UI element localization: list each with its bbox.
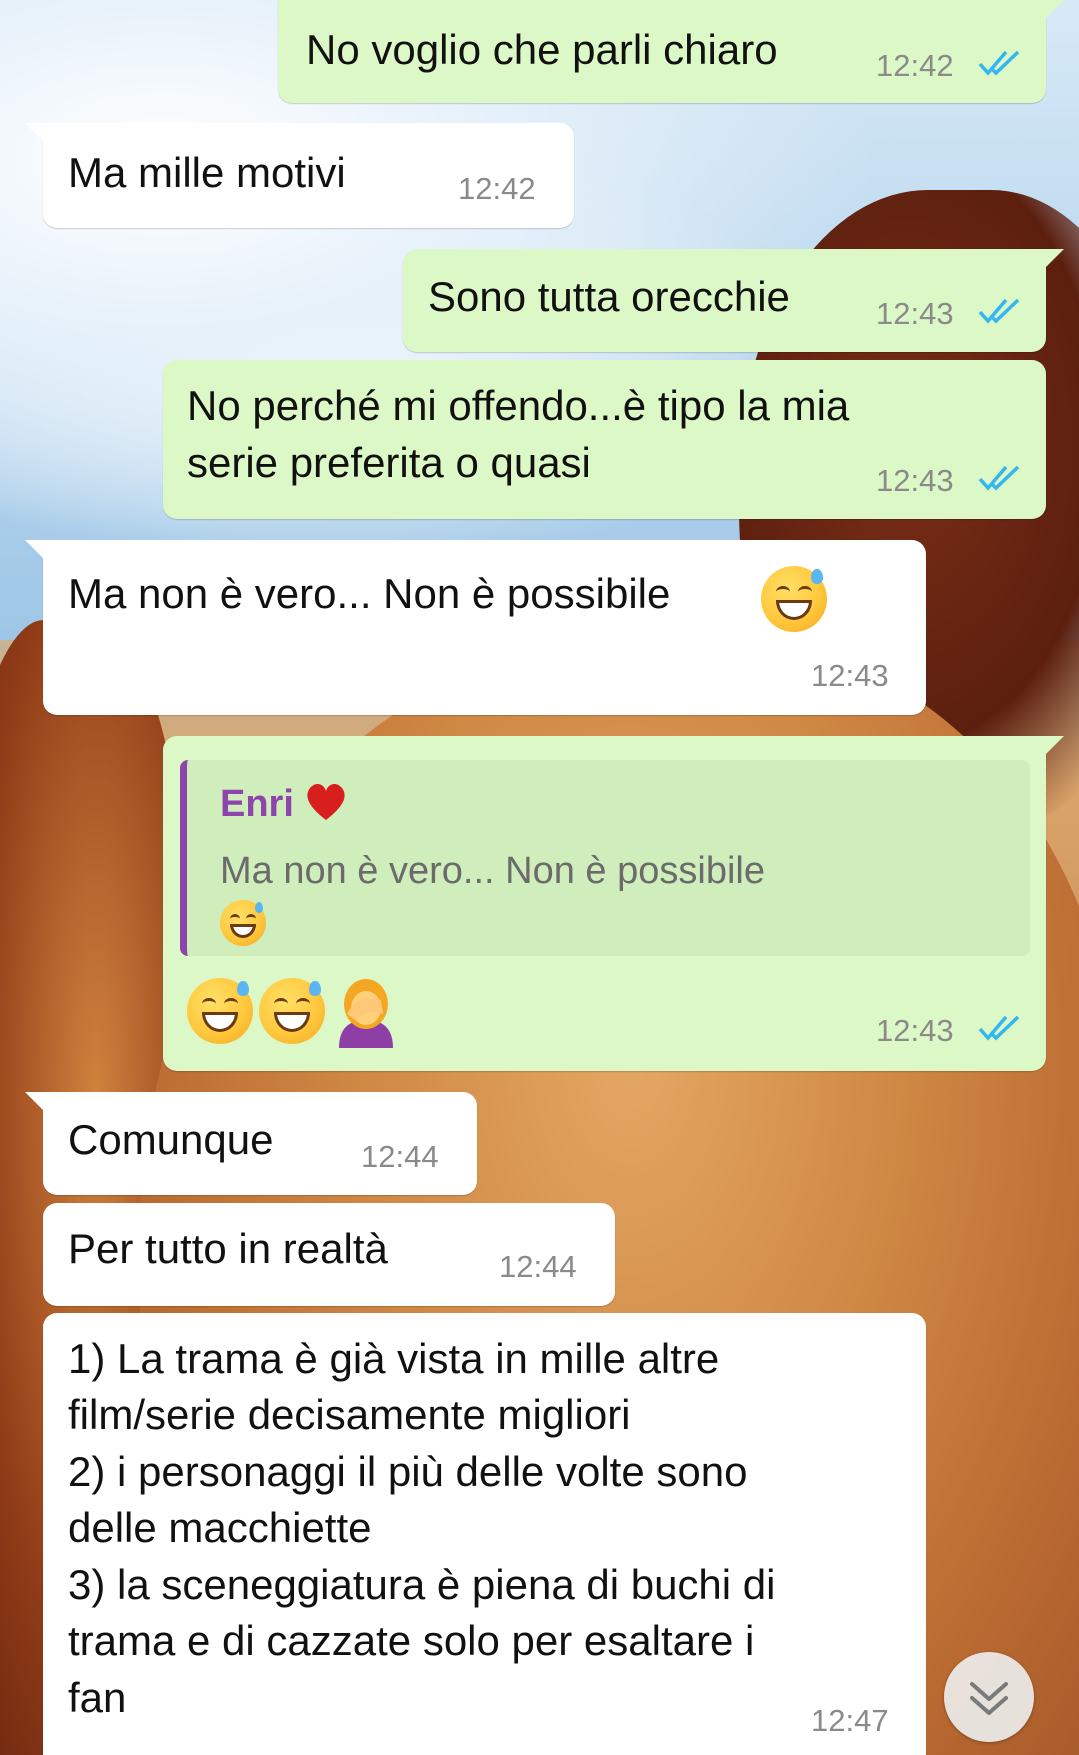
grinning-face-with-sweat-icon [761,566,827,632]
message-time: 12:43 [811,658,889,693]
message-text-line: 1) La trama è già vista in mille altre [68,1335,720,1382]
chevron-down-icon [970,1682,1008,1715]
grinning-face-with-sweat-icon [220,900,266,946]
message-text: Comunque [68,1116,274,1163]
incoming-message[interactable]: 1) La trama è già vista in mille altre f… [43,1313,926,1755]
message-time: 12:47 [811,1703,889,1738]
message-text: Sono tutta orecchie [428,273,790,320]
incoming-message[interactable]: Per tutto in realtà 12:44 [43,1203,615,1306]
message-text: Ma non è vero... Non è possibile [68,570,671,617]
quoted-message[interactable]: Enri Ma non è vero... Non è possibile [180,760,1030,956]
grinning-face-with-sweat-icon [259,978,325,1044]
scroll-to-bottom-button[interactable] [944,1652,1034,1742]
incoming-message[interactable]: Comunque 12:44 [25,1092,477,1195]
message-time: 12:43 [876,463,954,498]
message-time: 12:44 [361,1139,439,1174]
message-time: 12:44 [499,1249,577,1284]
message-text-line: trama e di cazzate solo per esaltare i [68,1617,755,1664]
outgoing-message[interactable]: No voglio che parli chiaro 12:42 [278,0,1064,103]
heart-icon [307,784,346,820]
message-text: Ma mille motivi [68,149,346,196]
quote-author: Enri [220,782,348,826]
message-text-line: 3) la sceneggiatura è piena di buchi di [68,1561,776,1608]
incoming-message[interactable]: Ma non è vero... Non è possibile 12:43 [25,540,926,715]
message-text: Per tutto in realtà [68,1225,388,1272]
outgoing-reply-message[interactable]: Enri Ma non è vero... Non è possibile 12… [163,736,1064,1071]
grinning-face-with-sweat-icon [187,978,253,1044]
message-text-line: serie preferita o quasi [187,439,591,486]
message-time: 12:42 [458,171,536,206]
message-time: 12:43 [876,1013,954,1048]
outgoing-message[interactable]: No perché mi offendo...è tipo la mia ser… [163,360,1046,519]
message-text-line: fan [68,1674,127,1721]
person-facepalming-icon [339,979,393,1048]
quote-text: Ma non è vero... Non è possibile [220,850,765,892]
double-check-icon [978,50,1020,76]
incoming-message[interactable]: Ma mille motivi 12:42 [25,123,574,228]
outgoing-message[interactable]: Sono tutta orecchie 12:43 [403,249,1064,352]
message-text-line: No perché mi offendo...è tipo la mia [187,382,850,429]
message-time: 12:43 [876,296,954,331]
message-text: No voglio che parli chiaro [306,26,778,73]
message-text-line: delle macchiette [68,1504,372,1551]
message-text-line: 2) i personaggi il più delle volte sono [68,1448,748,1495]
message-time: 12:42 [876,48,954,83]
double-check-icon [978,465,1020,491]
message-text-line: film/serie decisamente migliori [68,1391,631,1438]
double-check-icon [978,1015,1020,1041]
double-check-icon [978,298,1020,324]
